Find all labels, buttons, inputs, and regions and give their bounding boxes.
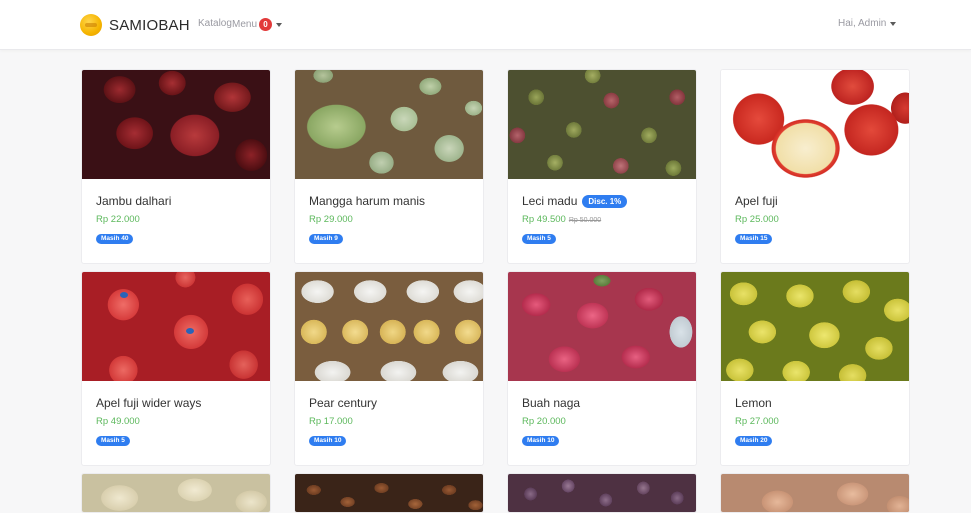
product-name[interactable]: Buah naga [522, 396, 580, 410]
product-image[interactable] [508, 474, 696, 512]
top-navbar: SAMIOBAH Katalog Menu 0 Hai, Admin [0, 0, 971, 50]
product-price: Rp 20.000 [522, 416, 566, 427]
stock-badge: Masih 5 [522, 234, 556, 244]
product-card[interactable]: Buah naga Rp 20.000 Masih 10 [507, 271, 697, 466]
nav-katalog-link[interactable]: Katalog [198, 18, 232, 29]
product-name[interactable]: Jambu dalhari [96, 194, 171, 208]
product-image[interactable] [508, 70, 696, 179]
stock-badge: Masih 5 [96, 436, 130, 446]
nav-menu-label: Menu [232, 19, 258, 30]
discount-badge: Disc. 1% [582, 194, 628, 208]
product-image[interactable] [721, 70, 909, 179]
chevron-down-icon [276, 22, 283, 27]
chevron-down-icon [890, 21, 897, 26]
stock-badge: Masih 40 [96, 234, 134, 244]
product-image[interactable] [721, 474, 909, 512]
product-card[interactable]: Pear century Rp 17.000 Masih 10 [294, 271, 484, 466]
product-price: Rp 49.000 [96, 416, 140, 427]
stock-badge: Masih 9 [309, 234, 343, 244]
original-price: Rp 50.000 [568, 217, 602, 224]
product-card[interactable]: Jambu dalhari Rp 22.000 Masih 40 [81, 69, 271, 264]
product-image[interactable] [295, 272, 483, 381]
stock-badge: Masih 10 [522, 436, 560, 446]
product-card[interactable] [294, 473, 484, 513]
product-card[interactable]: Apel fuji wider ways Rp 49.000 Masih 5 [81, 271, 271, 466]
product-name[interactable]: Apel fuji [735, 194, 778, 208]
stock-badge: Masih 10 [309, 436, 347, 446]
user-greeting: Hai, Admin [838, 18, 887, 29]
brand-link[interactable]: SAMIOBAH [80, 14, 190, 36]
product-image[interactable] [295, 70, 483, 179]
stock-badge: Masih 15 [735, 234, 773, 244]
product-price: Rp 17.000 [309, 416, 353, 427]
product-card[interactable] [507, 473, 697, 513]
brand-logo-icon [80, 14, 102, 36]
product-name[interactable]: Leci madu [522, 194, 577, 208]
product-grid: Jambu dalhari Rp 22.000 Masih 40 Mangga … [81, 69, 911, 513]
product-price: Rp 27.000 [735, 416, 779, 427]
product-name[interactable]: Pear century [309, 396, 377, 410]
product-name[interactable]: Mangga harum manis [309, 194, 425, 208]
product-card[interactable] [720, 473, 910, 513]
product-card[interactable]: Apel fuji Rp 25.000 Masih 15 [720, 69, 910, 264]
product-card[interactable] [81, 473, 271, 513]
product-card[interactable]: Mangga harum manis Rp 29.000 Masih 9 [294, 69, 484, 264]
product-name[interactable]: Lemon [735, 396, 772, 410]
product-price: Rp 22.000 [96, 214, 140, 225]
product-card[interactable]: Lemon Rp 27.000 Masih 20 [720, 271, 910, 466]
menu-count-badge: 0 [259, 18, 273, 31]
product-image[interactable] [82, 70, 270, 179]
product-image[interactable] [295, 474, 483, 512]
nav-menu-dropdown[interactable]: Menu 0 [232, 18, 283, 31]
product-name[interactable]: Apel fuji wider ways [96, 396, 201, 410]
product-price: Rp 25.000 [735, 214, 779, 225]
product-image[interactable] [508, 272, 696, 381]
product-image[interactable] [82, 474, 270, 512]
product-image[interactable] [721, 272, 909, 381]
product-price: Rp 29.000 [309, 214, 353, 225]
stock-badge: Masih 20 [735, 436, 773, 446]
brand-name: SAMIOBAH [109, 16, 190, 34]
user-menu-dropdown[interactable]: Hai, Admin [838, 18, 897, 29]
product-image[interactable] [82, 272, 270, 381]
product-card[interactable]: Leci madu Disc. 1% Rp 49.500 Rp 50.000 M… [507, 69, 697, 264]
product-price: Rp 49.500 [522, 214, 566, 225]
